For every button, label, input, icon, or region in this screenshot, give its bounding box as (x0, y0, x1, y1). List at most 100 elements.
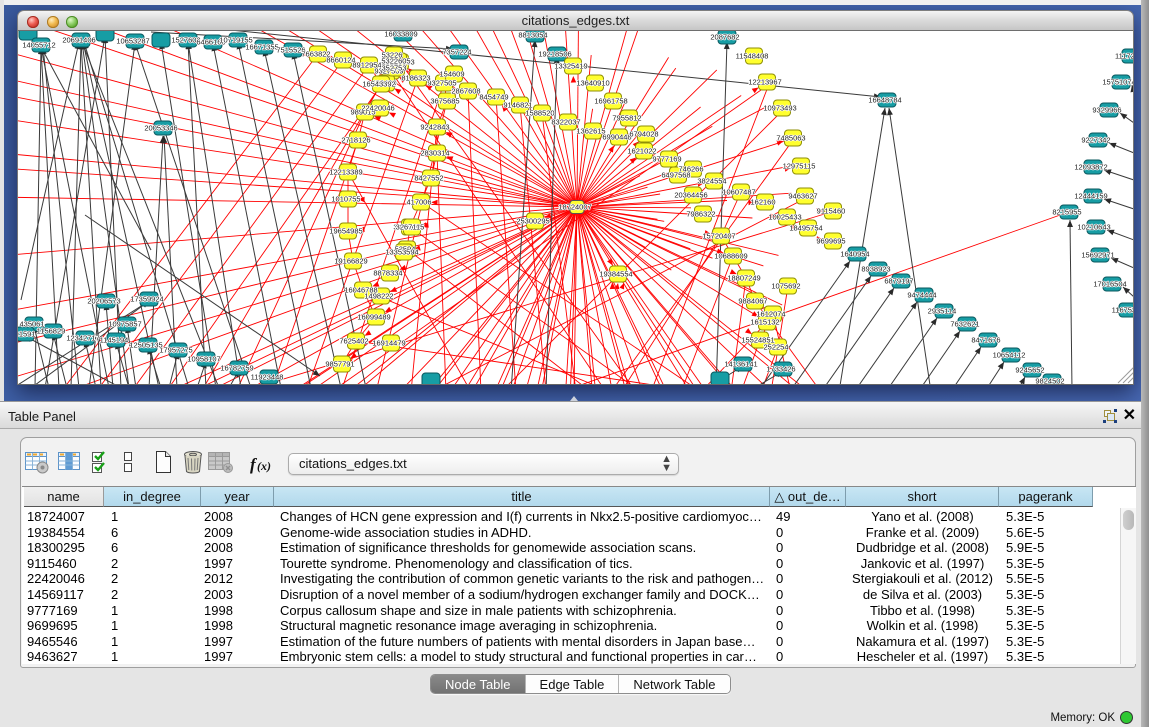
svg-text:12505135: 12505135 (129, 341, 162, 350)
svg-text:8427552: 8427552 (414, 174, 443, 183)
svg-text:6990448: 6990448 (602, 133, 631, 142)
svg-text:9242843: 9242843 (420, 123, 449, 132)
svg-text:10210643: 10210643 (1077, 223, 1110, 232)
svg-text:1167533: 1167533 (1112, 306, 1134, 315)
svg-text:12213967: 12213967 (748, 78, 781, 87)
svg-text:8186323: 8186323 (401, 74, 430, 83)
svg-text:16648784: 16648784 (868, 96, 901, 105)
svg-text:9227342: 9227342 (1081, 136, 1110, 145)
svg-text:10653287: 10653287 (116, 37, 149, 46)
svg-text:13325419: 13325419 (554, 62, 587, 71)
svg-text:19218506: 19218506 (538, 50, 571, 59)
svg-text:8322037: 8322037 (551, 118, 580, 127)
svg-text:53226: 53226 (382, 51, 403, 60)
svg-text:1733426: 1733426 (766, 365, 795, 374)
svg-text:20053346: 20053346 (144, 124, 177, 133)
svg-text:10025433: 10025433 (768, 213, 801, 222)
svg-text:11548408: 11548408 (736, 52, 769, 61)
svg-text:(x): (x) (257, 459, 271, 473)
svg-text:7986322: 7986322 (686, 210, 715, 219)
svg-text:10958107: 10958107 (187, 355, 220, 364)
svg-text:1615132: 1615132 (750, 318, 779, 327)
svg-text:8215955: 8215955 (1052, 208, 1081, 217)
svg-text:9824502: 9824502 (1035, 377, 1064, 386)
svg-text:16961758: 16961758 (594, 97, 627, 106)
svg-text:9777169: 9777169 (652, 155, 681, 164)
svg-text:22420046: 22420046 (361, 104, 394, 113)
svg-text:7625402: 7625402 (339, 337, 368, 346)
svg-text:19384554: 19384554 (599, 270, 632, 279)
svg-text:9329966: 9329966 (1092, 106, 1121, 115)
svg-text:2087682: 2087682 (710, 33, 739, 42)
svg-text:13353594: 13353594 (385, 248, 418, 257)
svg-text:1010755: 1010755 (331, 195, 360, 204)
svg-text:19166829: 19166829 (334, 257, 367, 266)
svg-text:14136141: 14136141 (724, 360, 757, 369)
svg-text:16099489: 16099489 (357, 313, 390, 322)
svg-text:16782759: 16782759 (220, 364, 253, 373)
svg-text:19654985: 19654985 (329, 227, 362, 236)
svg-text:18495754: 18495754 (789, 224, 822, 233)
svg-text:746266: 746266 (678, 165, 703, 174)
svg-text:1362615: 1362615 (576, 127, 605, 136)
svg-text:8938923: 8938923 (861, 265, 890, 274)
svg-text:9463627: 9463627 (788, 192, 817, 201)
svg-text:16671355: 16671355 (245, 43, 278, 52)
svg-text:25300295: 25300295 (516, 217, 549, 226)
svg-text:9884067: 9884067 (738, 297, 767, 306)
svg-text:435061: 435061 (19, 320, 44, 329)
svg-text:17016504: 17016504 (1093, 280, 1126, 289)
svg-text:11923448: 11923448 (251, 373, 284, 382)
svg-text:1498222: 1498222 (364, 292, 393, 301)
svg-text:8912954: 8912954 (352, 61, 381, 70)
svg-text:12975115: 12975115 (783, 162, 816, 171)
svg-text:2935114: 2935114 (928, 307, 957, 316)
svg-text:9115460: 9115460 (817, 207, 846, 216)
svg-text:7632621: 7632621 (950, 320, 979, 329)
svg-text:10654112: 10654112 (993, 351, 1026, 360)
svg-text:12444159: 12444159 (1074, 192, 1107, 201)
svg-text:20206573: 20206573 (87, 297, 120, 306)
svg-text:252254: 252254 (763, 343, 788, 352)
svg-text:8660124: 8660124 (326, 56, 355, 65)
svg-text:17957275: 17957275 (159, 346, 192, 355)
svg-text:2718126: 2718126 (341, 136, 370, 145)
svg-text:3824554: 3824554 (697, 177, 726, 186)
svg-text:1640954: 1640954 (840, 250, 869, 259)
svg-text:7955812: 7955812 (612, 114, 641, 123)
svg-text:352753: 352753 (381, 64, 406, 73)
svg-text:10975857: 10975857 (108, 320, 141, 329)
svg-text:10973493: 10973493 (763, 104, 796, 113)
svg-text:13640910: 13640910 (576, 79, 609, 88)
svg-text:20364456: 20364456 (674, 191, 707, 200)
svg-text:7357224: 7357224 (442, 48, 471, 57)
svg-text:9857791: 9857791 (325, 360, 354, 369)
svg-text:1588520: 1588520 (525, 109, 554, 118)
svg-text:9245652: 9245652 (1015, 366, 1044, 375)
svg-text:162160: 162160 (750, 198, 775, 207)
svg-text:17359924: 17359924 (130, 295, 163, 304)
svg-text:18807249: 18807249 (727, 274, 760, 283)
svg-text:15720407: 15720407 (702, 232, 735, 241)
svg-text:8878334: 8878334 (373, 269, 402, 278)
svg-text:6879197: 6879197 (884, 277, 913, 286)
svg-text:8471676: 8471676 (971, 336, 1000, 345)
svg-text:20691406: 20691406 (62, 36, 95, 45)
svg-text:3675685: 3675685 (430, 97, 459, 106)
svg-text:417006: 417006 (406, 198, 431, 207)
svg-text:18724007: 18724007 (558, 203, 591, 212)
svg-text:9474444: 9474444 (907, 291, 936, 300)
svg-text:15751074: 15751074 (1102, 78, 1134, 87)
svg-text:2867608: 2867608 (451, 87, 480, 96)
svg-text:15692971: 15692971 (1081, 251, 1114, 260)
svg-text:8813054: 8813054 (518, 31, 547, 40)
svg-text:12342717: 12342717 (66, 334, 99, 343)
svg-text:6794028: 6794028 (629, 130, 658, 139)
svg-text:1075692: 1075692 (771, 282, 800, 291)
svg-text:16033809: 16033809 (384, 31, 417, 39)
svg-text:154609: 154609 (439, 70, 464, 79)
svg-text:12213389: 12213389 (329, 168, 362, 177)
svg-text:14055712: 14055712 (22, 41, 55, 50)
svg-text:16914479: 16914479 (372, 339, 405, 348)
svg-text:10688609: 10688609 (714, 252, 747, 261)
